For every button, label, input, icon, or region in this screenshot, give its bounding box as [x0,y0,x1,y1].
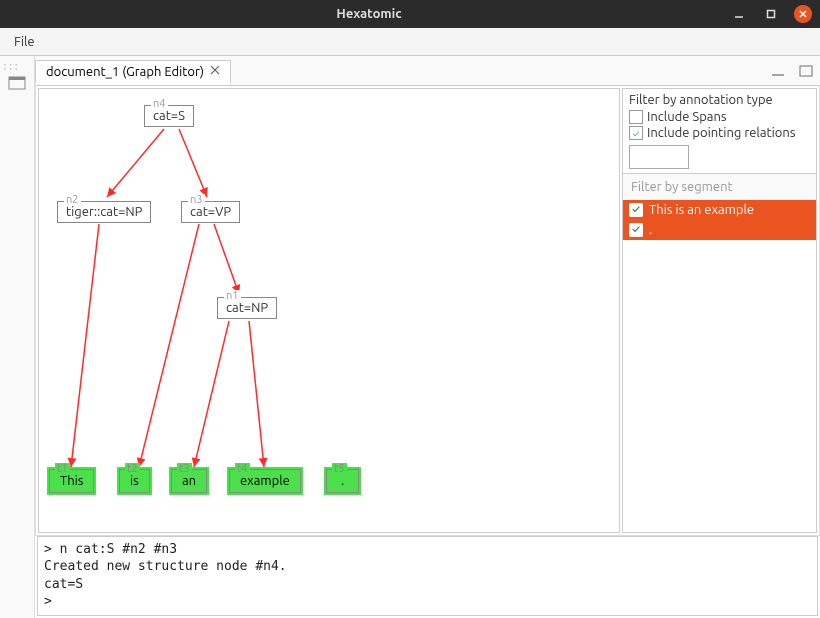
node-n3[interactable]: n3 cat=VP [181,201,240,223]
filter-segment-title: Filter by segment [623,173,816,200]
editor-area: document_1 (Graph Editor) [35,56,820,618]
menubar: File [0,28,820,56]
close-icon[interactable] [794,5,812,23]
drag-handle[interactable]: • • •• • • [0,64,34,72]
minimize-view-icon[interactable] [770,64,786,78]
node-label: tiger::cat=NP [66,205,142,219]
minimize-icon[interactable] [730,5,748,23]
node-label: cat=VP [190,205,231,219]
node-id: n4 [151,98,168,110]
token-t5[interactable]: t5. [324,467,361,495]
maximize-icon[interactable] [762,5,780,23]
titlebar: Hexatomic [0,0,820,28]
filter-input[interactable] [629,145,689,169]
token-id: t4 [235,463,250,475]
check-icon: ✓ [629,223,643,237]
window-title: Hexatomic [8,7,730,21]
tab-document[interactable]: document_1 (Graph Editor) [35,60,231,84]
window-controls [730,5,812,23]
token-t4[interactable]: t4example [227,467,303,495]
maximize-view-icon[interactable] [798,64,814,78]
token-t3[interactable]: t3an [169,467,209,495]
graph-canvas[interactable]: n4 cat=S n2 tiger::cat=NP n3 cat=VP n1 c… [38,88,620,533]
filter-annotation-title: Filter by annotation type [629,93,810,107]
checkbox-label: Include Spans [647,110,727,124]
token-id: t5 [332,463,347,475]
token-t2[interactable]: t2is [117,467,152,495]
left-gutter: • • •• • • [0,56,35,618]
segment-item[interactable]: ✓ This is an example [623,200,816,220]
token-id: t3 [177,463,192,475]
checkbox-icon: ✓ [629,126,643,140]
tab-label: document_1 (Graph Editor) [46,65,204,79]
node-label: cat=NP [226,301,268,315]
node-id: n1 [224,290,241,302]
token-label: . [341,474,344,488]
include-pointing-checkbox[interactable]: ✓ Include pointing relations [629,125,810,141]
tab-close-icon[interactable] [210,65,220,78]
token-id: t1 [55,463,70,475]
node-n1[interactable]: n1 cat=NP [217,297,277,319]
token-label: This [60,474,83,488]
checkbox-icon [629,110,643,124]
token-id: t2 [125,463,140,475]
tab-bar: document_1 (Graph Editor) [35,56,820,86]
menu-file[interactable]: File [6,31,43,53]
token-label: an [182,474,196,488]
node-id: n2 [64,194,81,206]
node-label: cat=S [153,109,185,123]
node-id: n3 [188,194,205,206]
workspace: • • •• • • document_1 (Graph Editor) [0,56,820,618]
check-icon: ✓ [629,203,643,217]
token-label: is [130,474,139,488]
token-label: example [240,474,290,488]
segment-list: ✓ This is an example ✓ . [623,200,816,532]
side-panel: Filter by annotation type Include Spans … [622,88,817,533]
include-spans-checkbox[interactable]: Include Spans [629,109,810,125]
segment-label: This is an example [649,203,754,217]
segment-item[interactable]: ✓ . [623,220,816,240]
checkbox-label: Include pointing relations [647,126,795,140]
token-t1[interactable]: t1This [47,467,96,495]
filter-annotation-section: Filter by annotation type Include Spans … [623,89,816,173]
console[interactable]: > n cat:S #n2 #n3 Created new structure … [37,536,818,616]
restore-view-icon[interactable] [8,76,26,90]
node-n4[interactable]: n4 cat=S [144,105,194,127]
segment-label: . [649,223,652,237]
node-n2[interactable]: n2 tiger::cat=NP [57,201,151,223]
editor-body: n4 cat=S n2 tiger::cat=NP n3 cat=VP n1 c… [35,86,820,536]
